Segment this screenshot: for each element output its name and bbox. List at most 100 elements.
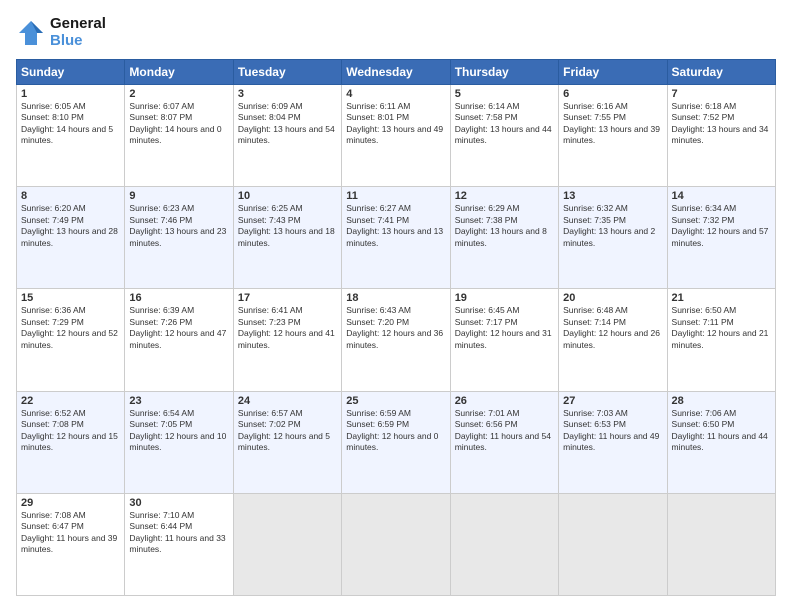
cell-text: Sunrise: 6:50 AMSunset: 7:11 PMDaylight:…: [672, 305, 769, 349]
calendar-cell: [342, 493, 450, 595]
day-number: 9: [129, 190, 228, 202]
calendar-cell: 4Sunrise: 6:11 AMSunset: 8:01 PMDaylight…: [342, 85, 450, 187]
cell-text: Sunrise: 7:10 AMSunset: 6:44 PMDaylight:…: [129, 510, 225, 554]
calendar-cell: 12Sunrise: 6:29 AMSunset: 7:38 PMDayligh…: [450, 187, 558, 289]
col-friday: Friday: [559, 60, 667, 85]
calendar-cell: 13Sunrise: 6:32 AMSunset: 7:35 PMDayligh…: [559, 187, 667, 289]
day-number: 6: [563, 88, 662, 100]
calendar-cell: 16Sunrise: 6:39 AMSunset: 7:26 PMDayligh…: [125, 289, 233, 391]
logo-icon: [16, 18, 46, 48]
calendar-week-row: 29Sunrise: 7:08 AMSunset: 6:47 PMDayligh…: [17, 493, 776, 595]
day-number: 5: [455, 88, 554, 100]
calendar-week-row: 1Sunrise: 6:05 AMSunset: 8:10 PMDaylight…: [17, 85, 776, 187]
day-number: 17: [238, 292, 337, 304]
col-tuesday: Tuesday: [233, 60, 341, 85]
cell-text: Sunrise: 6:43 AMSunset: 7:20 PMDaylight:…: [346, 305, 443, 349]
cell-text: Sunrise: 6:11 AMSunset: 8:01 PMDaylight:…: [346, 101, 443, 145]
calendar-cell: 11Sunrise: 6:27 AMSunset: 7:41 PMDayligh…: [342, 187, 450, 289]
day-number: 19: [455, 292, 554, 304]
cell-text: Sunrise: 7:01 AMSunset: 6:56 PMDaylight:…: [455, 408, 551, 452]
cell-text: Sunrise: 6:52 AMSunset: 7:08 PMDaylight:…: [21, 408, 118, 452]
calendar-cell: [667, 493, 775, 595]
day-number: 29: [21, 497, 120, 509]
cell-text: Sunrise: 6:18 AMSunset: 7:52 PMDaylight:…: [672, 101, 769, 145]
day-number: 13: [563, 190, 662, 202]
page: General Blue Sunday Monday Tuesday Wedne…: [0, 0, 792, 612]
cell-text: Sunrise: 6:32 AMSunset: 7:35 PMDaylight:…: [563, 203, 655, 247]
calendar-cell: 23Sunrise: 6:54 AMSunset: 7:05 PMDayligh…: [125, 391, 233, 493]
day-number: 14: [672, 190, 771, 202]
calendar-cell: [559, 493, 667, 595]
day-number: 1: [21, 88, 120, 100]
day-number: 22: [21, 395, 120, 407]
cell-text: Sunrise: 6:27 AMSunset: 7:41 PMDaylight:…: [346, 203, 443, 247]
cell-text: Sunrise: 6:54 AMSunset: 7:05 PMDaylight:…: [129, 408, 226, 452]
day-number: 30: [129, 497, 228, 509]
calendar-cell: [450, 493, 558, 595]
logo-text: General Blue: [50, 16, 106, 49]
day-number: 25: [346, 395, 445, 407]
day-number: 24: [238, 395, 337, 407]
calendar-cell: 17Sunrise: 6:41 AMSunset: 7:23 PMDayligh…: [233, 289, 341, 391]
cell-text: Sunrise: 6:23 AMSunset: 7:46 PMDaylight:…: [129, 203, 226, 247]
calendar-cell: 18Sunrise: 6:43 AMSunset: 7:20 PMDayligh…: [342, 289, 450, 391]
calendar-cell: 1Sunrise: 6:05 AMSunset: 8:10 PMDaylight…: [17, 85, 125, 187]
day-number: 28: [672, 395, 771, 407]
col-sunday: Sunday: [17, 60, 125, 85]
calendar-cell: 2Sunrise: 6:07 AMSunset: 8:07 PMDaylight…: [125, 85, 233, 187]
day-number: 26: [455, 395, 554, 407]
calendar-cell: 10Sunrise: 6:25 AMSunset: 7:43 PMDayligh…: [233, 187, 341, 289]
day-number: 2: [129, 88, 228, 100]
cell-text: Sunrise: 6:07 AMSunset: 8:07 PMDaylight:…: [129, 101, 221, 145]
calendar-cell: [233, 493, 341, 595]
calendar-header-row: Sunday Monday Tuesday Wednesday Thursday…: [17, 60, 776, 85]
cell-text: Sunrise: 7:08 AMSunset: 6:47 PMDaylight:…: [21, 510, 117, 554]
calendar-cell: 19Sunrise: 6:45 AMSunset: 7:17 PMDayligh…: [450, 289, 558, 391]
col-wednesday: Wednesday: [342, 60, 450, 85]
col-thursday: Thursday: [450, 60, 558, 85]
calendar-cell: 26Sunrise: 7:01 AMSunset: 6:56 PMDayligh…: [450, 391, 558, 493]
calendar-cell: 20Sunrise: 6:48 AMSunset: 7:14 PMDayligh…: [559, 289, 667, 391]
calendar-week-row: 15Sunrise: 6:36 AMSunset: 7:29 PMDayligh…: [17, 289, 776, 391]
day-number: 23: [129, 395, 228, 407]
day-number: 4: [346, 88, 445, 100]
col-saturday: Saturday: [667, 60, 775, 85]
header: General Blue: [16, 16, 776, 49]
logo: General Blue: [16, 16, 106, 49]
day-number: 18: [346, 292, 445, 304]
cell-text: Sunrise: 6:39 AMSunset: 7:26 PMDaylight:…: [129, 305, 226, 349]
cell-text: Sunrise: 6:34 AMSunset: 7:32 PMDaylight:…: [672, 203, 769, 247]
calendar-cell: 7Sunrise: 6:18 AMSunset: 7:52 PMDaylight…: [667, 85, 775, 187]
cell-text: Sunrise: 6:16 AMSunset: 7:55 PMDaylight:…: [563, 101, 660, 145]
cell-text: Sunrise: 6:14 AMSunset: 7:58 PMDaylight:…: [455, 101, 552, 145]
day-number: 3: [238, 88, 337, 100]
cell-text: Sunrise: 6:45 AMSunset: 7:17 PMDaylight:…: [455, 305, 552, 349]
cell-text: Sunrise: 6:59 AMSunset: 6:59 PMDaylight:…: [346, 408, 438, 452]
day-number: 16: [129, 292, 228, 304]
calendar: Sunday Monday Tuesday Wednesday Thursday…: [16, 59, 776, 596]
day-number: 27: [563, 395, 662, 407]
cell-text: Sunrise: 7:03 AMSunset: 6:53 PMDaylight:…: [563, 408, 659, 452]
col-monday: Monday: [125, 60, 233, 85]
cell-text: Sunrise: 6:48 AMSunset: 7:14 PMDaylight:…: [563, 305, 660, 349]
calendar-cell: 25Sunrise: 6:59 AMSunset: 6:59 PMDayligh…: [342, 391, 450, 493]
calendar-cell: 24Sunrise: 6:57 AMSunset: 7:02 PMDayligh…: [233, 391, 341, 493]
calendar-cell: 28Sunrise: 7:06 AMSunset: 6:50 PMDayligh…: [667, 391, 775, 493]
cell-text: Sunrise: 7:06 AMSunset: 6:50 PMDaylight:…: [672, 408, 768, 452]
calendar-cell: 9Sunrise: 6:23 AMSunset: 7:46 PMDaylight…: [125, 187, 233, 289]
cell-text: Sunrise: 6:36 AMSunset: 7:29 PMDaylight:…: [21, 305, 118, 349]
day-number: 15: [21, 292, 120, 304]
calendar-cell: 3Sunrise: 6:09 AMSunset: 8:04 PMDaylight…: [233, 85, 341, 187]
calendar-cell: 14Sunrise: 6:34 AMSunset: 7:32 PMDayligh…: [667, 187, 775, 289]
day-number: 21: [672, 292, 771, 304]
calendar-cell: 5Sunrise: 6:14 AMSunset: 7:58 PMDaylight…: [450, 85, 558, 187]
calendar-cell: 15Sunrise: 6:36 AMSunset: 7:29 PMDayligh…: [17, 289, 125, 391]
day-number: 20: [563, 292, 662, 304]
calendar-week-row: 8Sunrise: 6:20 AMSunset: 7:49 PMDaylight…: [17, 187, 776, 289]
calendar-cell: 29Sunrise: 7:08 AMSunset: 6:47 PMDayligh…: [17, 493, 125, 595]
day-number: 8: [21, 190, 120, 202]
calendar-cell: 21Sunrise: 6:50 AMSunset: 7:11 PMDayligh…: [667, 289, 775, 391]
cell-text: Sunrise: 6:57 AMSunset: 7:02 PMDaylight:…: [238, 408, 330, 452]
day-number: 7: [672, 88, 771, 100]
day-number: 12: [455, 190, 554, 202]
